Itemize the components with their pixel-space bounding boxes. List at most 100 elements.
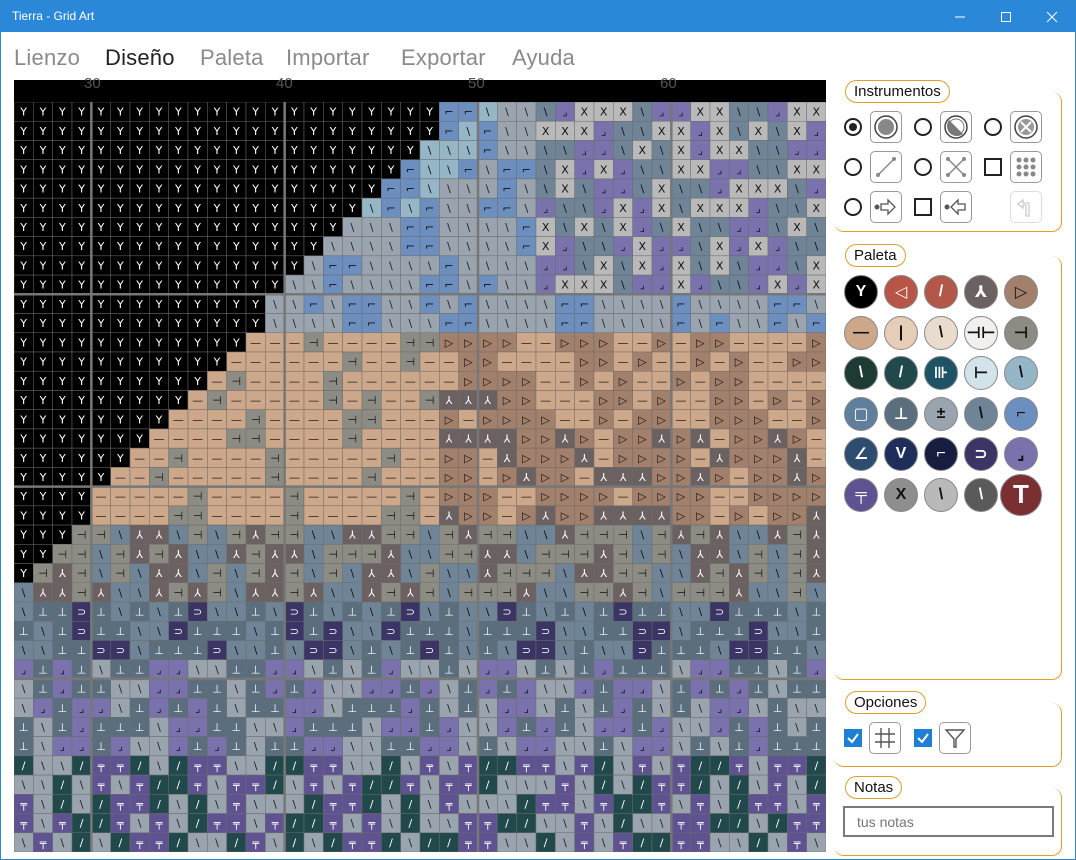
palette-swatch[interactable]: ◁ [884,275,918,309]
tool-radio-cross-line[interactable] [914,158,932,176]
palette-swatch[interactable]: \ [1004,356,1038,390]
svg-text:⊥: ⊥ [657,663,667,676]
palette-swatch[interactable]: T [1000,473,1042,516]
svg-text:⊥: ⊥ [251,702,261,715]
svg-text:⊥: ⊥ [328,663,338,676]
tool-radio-x-circle[interactable] [984,118,1002,136]
half-circle-tool[interactable] [940,111,972,143]
svg-text:/: / [718,759,722,772]
tool-check-dot-grid[interactable] [984,158,1002,176]
palette-swatch[interactable]: ⊃ [964,437,998,471]
palette-swatch[interactable]: ⊢ [964,356,998,390]
fill-circle-tool[interactable] [870,111,902,143]
svg-text:▷: ▷ [464,490,473,503]
svg-text:Y: Y [19,202,27,215]
svg-text:Y: Y [193,298,201,311]
return-arrow-tool[interactable] [1010,191,1042,223]
close-button[interactable] [1029,1,1075,32]
svg-text:╤: ╤ [696,817,704,830]
palette-swatch[interactable]: \ [964,477,998,512]
svg-text:Y: Y [116,452,124,465]
menu-lienzo[interactable]: Lienzo [14,45,80,71]
svg-text:⌟: ⌟ [698,125,703,138]
svg-text:⌟: ⌟ [446,740,451,753]
symbols-checkbox[interactable] [914,729,932,747]
palette-swatch[interactable]: ▢ [844,396,878,431]
tool-radio-half-circle[interactable] [914,118,932,136]
palette-swatch[interactable]: \ [924,315,958,350]
line-tool[interactable] [870,151,902,183]
palette-swatch[interactable]: V [884,437,918,471]
svg-text:—: — [328,490,339,503]
palette-swatch[interactable]: ╤ [844,477,878,512]
tool-radio-fill-circle[interactable] [844,118,862,136]
palette-swatch[interactable]: ▷ [1004,275,1038,309]
menu-importar[interactable]: Importar [286,45,370,71]
svg-text:Y: Y [97,279,105,292]
svg-text:\: \ [795,317,799,330]
menu-diseno[interactable]: Diseño [105,45,175,71]
arrow-right-tool[interactable] [870,191,902,223]
svg-text:—: — [444,375,455,388]
svg-text:⌟: ⌟ [311,702,316,715]
svg-text:⅄: ⅄ [136,529,143,542]
svg-text:⊣: ⊣ [116,548,126,561]
grid-lines-checkbox[interactable] [844,729,862,747]
palette-swatch[interactable]: ⊣⊢ [964,315,998,350]
stitch-grid[interactable]: Y Y Y Y Y Y Y Y Y Y Y Y Y Y Y Y Y Y Y Y Y Y ⌐ ⌐ \ \ \ \ ⌟ X X X \ ⌟ ⌟ X X \ \ ⌟… [14,102,826,852]
grid-lines-toggle[interactable] [869,722,901,754]
menu-ayuda[interactable]: Ayuda [512,45,575,71]
svg-text:╤: ╤ [677,759,685,772]
palette-swatch[interactable]: ⊣ [1004,315,1038,350]
palette-swatch[interactable]: \ [964,396,998,431]
palette-swatch[interactable]: — [844,315,878,350]
maximize-button[interactable] [983,1,1029,32]
palette-swatch[interactable]: \ [924,477,958,512]
svg-text:⌐: ⌐ [348,298,357,311]
svg-text:\: \ [447,183,451,196]
svg-text:\: \ [22,586,26,599]
palette-swatch[interactable]: ⌐ [1004,396,1038,431]
palette-swatch[interactable]: ± [924,396,958,431]
svg-text:\: \ [447,163,451,176]
arrow-left-tool[interactable] [940,191,972,223]
svg-text:Y: Y [348,202,356,215]
svg-text:Y: Y [39,356,47,369]
palette-swatch[interactable]: ⌐ [924,437,958,471]
palette-swatch[interactable]: ⊥ [884,396,918,431]
svg-text:⌟: ⌟ [678,240,683,253]
palette-swatch[interactable]: | [884,315,918,350]
palette-swatch[interactable]: / [924,275,958,309]
svg-text:Y: Y [77,509,85,522]
svg-text:⌟: ⌟ [814,663,819,676]
design-canvas[interactable]: Y Y Y Y Y Y Y Y Y Y Y Y Y Y Y Y Y Y Y Y Y Y ⌐ ⌐ \ \ \ \ ⌟ X X X \ ⌟ ⌟ X X \ \ ⌟… [14,102,826,852]
tool-radio-line[interactable] [844,158,862,176]
palette-swatch[interactable]: ⊪ [924,356,958,390]
svg-text:Y: Y [232,183,240,196]
svg-text:—: — [250,375,261,388]
minimize-button[interactable] [937,1,983,32]
x-circle-tool[interactable] [1010,111,1042,143]
svg-text:—: — [792,413,803,426]
svg-text:\: \ [776,125,780,138]
menu-exportar[interactable]: Exportar [401,45,486,71]
svg-text:\: \ [176,817,180,830]
cross-line-tool[interactable] [940,151,972,183]
tool-radio-arrow-right[interactable] [844,198,862,216]
svg-text:—: — [134,509,145,522]
svg-text:⊣: ⊣ [502,586,512,599]
palette-symbol: \ [938,485,944,503]
notes-input[interactable] [843,806,1054,837]
palette-swatch[interactable]: ⅄ [964,275,998,309]
menu-paleta[interactable]: Paleta [200,45,264,71]
dot-grid-tool[interactable] [1010,151,1042,183]
symbols-toggle[interactable] [939,722,971,754]
palette-swatch[interactable]: / [884,356,918,390]
palette-swatch[interactable]: X [884,477,918,512]
tool-check-arrow-left[interactable] [914,198,932,216]
palette-swatch[interactable]: ⌟ [1004,437,1038,471]
palette-swatch[interactable]: \ [844,356,878,390]
palette-swatch[interactable]: ∠ [844,437,878,471]
palette-swatch[interactable]: Y [844,275,878,309]
svg-text:\: \ [234,683,238,696]
